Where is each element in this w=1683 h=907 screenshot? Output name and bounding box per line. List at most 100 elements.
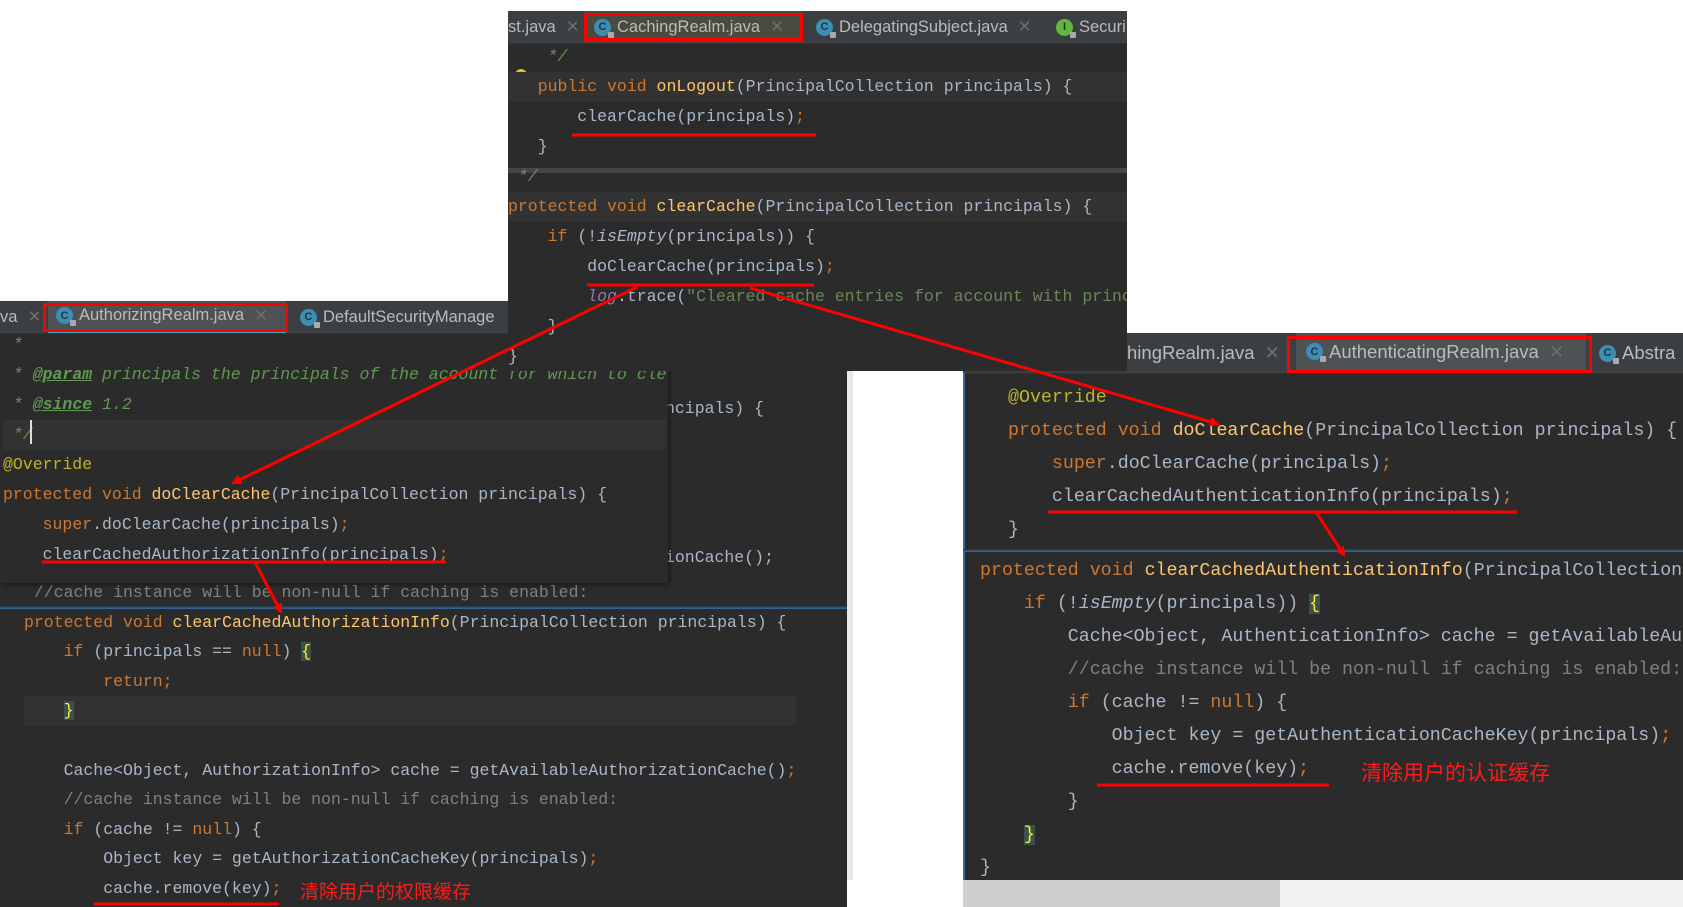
- code-token: doClearCache: [151, 485, 271, 504]
- code-token: null: [192, 819, 232, 839]
- tab-delegating-subject[interactable]: C DelegatingSubject.java ✕: [810, 11, 1051, 43]
- code-token: (principals ==: [93, 642, 242, 662]
- code-line[interactable]: }: [1008, 514, 1677, 547]
- code-token: clearCache(principals): [508, 107, 796, 126]
- code-token: */: [3, 425, 33, 444]
- code-line[interactable]: clearCachedAuthorizationInfo(principals)…: [3, 540, 666, 570]
- code-line[interactable]: log.trace("Cleared cache entries for acc…: [508, 282, 1127, 312]
- code-area[interactable]: @Override protected void doClearCache(Pri…: [1008, 382, 1677, 547]
- code-line[interactable]: Cache<Object, AuthenticationInfo> cache …: [980, 621, 1682, 654]
- code-token: null: [1210, 693, 1255, 713]
- code-line[interactable]: @Override: [1008, 382, 1677, 415]
- code-line[interactable]: }: [980, 786, 1682, 819]
- code-token: clearCache: [656, 197, 756, 216]
- code-token: //cache instance will be non-null if cac…: [1067, 660, 1683, 680]
- code-token: ;: [786, 760, 797, 780]
- close-icon[interactable]: ✕: [1018, 17, 1032, 37]
- code-line[interactable]: super.doClearCache(principals);: [1008, 448, 1677, 481]
- code-token: clearCachedAuthorizationInfo: [172, 612, 450, 632]
- highlight-box-authorizing-realm-tab: [43, 303, 288, 332]
- code-token: ;: [438, 545, 449, 564]
- code-token: Cache<Object, AuthenticationInfo> cache …: [980, 627, 1683, 647]
- code-token: ): [281, 642, 302, 662]
- code-line[interactable]: */: [508, 162, 1127, 192]
- interface-icon: I: [1056, 18, 1076, 38]
- code-line[interactable]: doClearCache(principals);: [508, 252, 1127, 282]
- code-line[interactable]: * @since 1.2: [3, 390, 666, 420]
- class-icon: C: [1599, 344, 1619, 364]
- code-line[interactable]: clearCache(principals);: [508, 102, 1127, 132]
- tab-securi[interactable]: I Securi: [1048, 11, 1127, 43]
- code-line[interactable]: if (cache != null) {: [980, 687, 1682, 720]
- code-token: */: [517, 167, 538, 186]
- code-line[interactable]: protected void doClearCache(PrincipalCol…: [1008, 415, 1677, 448]
- code-token: (principals)) {: [666, 227, 815, 246]
- code-line[interactable]: public void onLogout(PrincipalCollection…: [508, 72, 1127, 102]
- code-token: (PrincipalCollection principals) {: [270, 485, 608, 504]
- tab-caching-realm-partial[interactable]: hingRealm.java ✕: [1127, 333, 1292, 373]
- code-line[interactable]: super.doClearCache(principals);: [3, 510, 666, 540]
- code-line[interactable]: }: [508, 132, 1127, 162]
- code-token: return;: [103, 671, 173, 691]
- code-token: protected void: [508, 197, 657, 216]
- tab-va[interactable]: va ✕: [0, 301, 42, 333]
- code-line[interactable]: cache.remove(key);: [980, 753, 1682, 786]
- code-token: {: [301, 642, 312, 662]
- scrollbar[interactable]: [847, 371, 853, 880]
- code-line[interactable]: Object key = getAuthorizationCacheKey(pr…: [24, 844, 796, 874]
- code-line[interactable]: Object key = getAuthenticationCacheKey(p…: [980, 720, 1682, 753]
- code-token: onLogout: [656, 77, 736, 96]
- code-line[interactable]: protected void clearCachedAuthentication…: [980, 555, 1682, 588]
- code-token: isEmpty: [597, 227, 667, 246]
- code-token: }: [1008, 520, 1019, 540]
- code-line[interactable]: if (!isEmpty(principals)) {: [980, 588, 1682, 621]
- divider: [963, 373, 965, 880]
- code-token: ;: [1381, 454, 1392, 474]
- code-token: ;: [1298, 759, 1310, 779]
- code-line[interactable]: if (cache != null) {: [24, 815, 796, 845]
- code-line[interactable]: if (principals == null) {: [24, 637, 796, 667]
- code-line[interactable]: if (!isEmpty(principals)) {: [508, 222, 1127, 252]
- code-token: //cache instance will be non-null if cac…: [24, 583, 589, 602]
- code-token: ) {: [1254, 693, 1288, 713]
- close-icon[interactable]: ✕: [566, 17, 580, 37]
- code-line[interactable]: //cache instance will be non-null if cac…: [24, 785, 796, 815]
- code-line[interactable]: return;: [24, 667, 796, 697]
- code-line[interactable]: }: [980, 819, 1682, 852]
- tab-st-java[interactable]: st.java ✕: [508, 11, 580, 43]
- code-line[interactable]: protected void clearCache(PrincipalColle…: [508, 192, 1127, 222]
- code-area[interactable]: */ public void onLogout(PrincipalCollect…: [508, 42, 1127, 371]
- code-token: Object key = getAuthenticationCacheKey(p…: [980, 726, 1661, 746]
- code-line[interactable]: */: [3, 420, 667, 450]
- code-line[interactable]: Cache<Object, AuthorizationInfo> cache =…: [24, 756, 797, 786]
- code-line[interactable]: }: [508, 312, 1127, 342]
- code-line[interactable]: }: [508, 342, 1127, 371]
- code-line[interactable]: [24, 726, 796, 756]
- code-line[interactable]: }: [980, 852, 1682, 880]
- code-line[interactable]: }: [24, 696, 797, 726]
- tab-label: va: [0, 307, 18, 326]
- divider: [963, 549, 1683, 552]
- code-line[interactable]: */: [508, 42, 1127, 72]
- close-icon[interactable]: ✕: [1265, 342, 1281, 364]
- code-line[interactable]: //cache instance will be non-null if cac…: [980, 654, 1682, 687]
- code-area[interactable]: //cache instance will be non-null if cac…: [24, 578, 797, 904]
- code-line[interactable]: protected void clearCachedAuthorizationI…: [24, 608, 796, 638]
- code-token: (PrincipalCollection principals) {: [735, 77, 1073, 96]
- tab-label: DefaultSecurityManage: [323, 307, 495, 326]
- annotation-authorization-cache: 清除用户的权限缓存: [300, 881, 472, 903]
- code-line[interactable]: @Override: [3, 450, 666, 480]
- code-line[interactable]: clearCachedAuthenticationInfo(principals…: [1008, 481, 1677, 514]
- tab-abstra[interactable]: C Abstra: [1599, 333, 1683, 373]
- code-area[interactable]: protected void clearCachedAuthentication…: [980, 555, 1682, 880]
- code-line[interactable]: protected void doClearCache(PrincipalCol…: [3, 480, 666, 510]
- class-icon: C: [300, 308, 320, 328]
- close-icon[interactable]: ✕: [27, 307, 41, 327]
- code-token: super: [1051, 454, 1107, 474]
- window-bottom-bar: [963, 880, 1280, 907]
- code-token: (cache !=: [1100, 693, 1211, 713]
